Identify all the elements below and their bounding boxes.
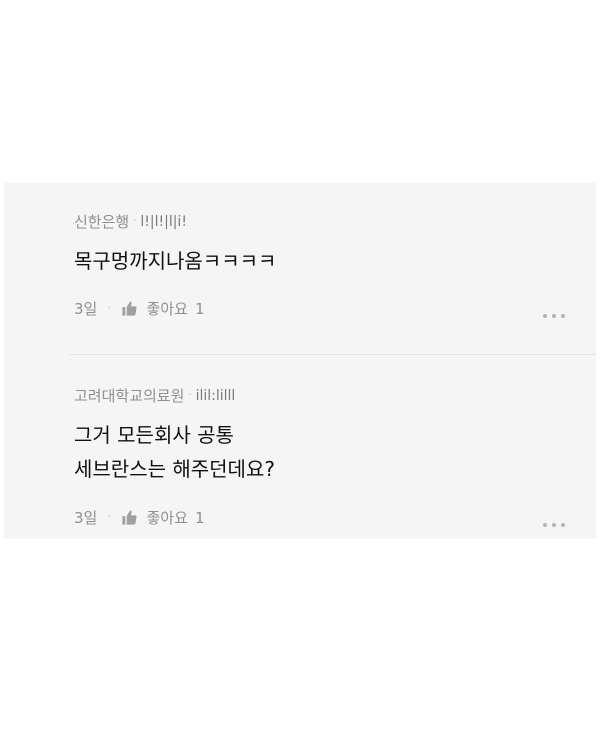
separator-dot: ·	[188, 390, 192, 401]
comment-meta-row: 3일 · 좋아요 1	[74, 298, 204, 319]
comment-body-line: 세브란스는 해주던데요?	[74, 457, 275, 481]
author-masked-id: ilil:lilll	[195, 387, 236, 404]
like-count: 1	[194, 508, 205, 527]
comment-time: 3일	[74, 300, 98, 318]
comment-body-line: 목구멍까지나옴ㅋㅋㅋㅋ	[74, 249, 277, 273]
like-label: 좋아요	[146, 300, 188, 318]
thumbs-up-icon	[121, 510, 137, 525]
more-dots-icon	[543, 523, 547, 527]
comment-author-row: 신한은행 · l!|l!|l|i!	[74, 211, 187, 232]
like-button[interactable]: 좋아요 1	[121, 507, 205, 528]
separator-dot: ·	[107, 512, 111, 523]
comment-body-line: 그거 모든회사 공통	[74, 423, 234, 447]
more-options-button[interactable]	[541, 310, 567, 322]
author-company[interactable]: 고려대학교의료원	[74, 385, 184, 406]
like-count: 1	[194, 299, 205, 318]
comment-body: 그거 모든회사 공통 세브란스는 해주던데요?	[74, 418, 275, 486]
comment-list: 신한은행 · l!|l!|l|i! 목구멍까지나옴ㅋㅋㅋㅋ 3일 · 좋아요 1	[4, 183, 596, 539]
comment-meta-row: 3일 · 좋아요 1	[74, 507, 204, 528]
author-company[interactable]: 신한은행	[74, 211, 129, 232]
separator-dot: ·	[107, 303, 111, 314]
comment-item: 신한은행 · l!|l!|l|i! 목구멍까지나옴ㅋㅋㅋㅋ 3일 · 좋아요 1	[4, 183, 596, 353]
like-button[interactable]: 좋아요 1	[121, 298, 205, 319]
comment-author-row: 고려대학교의료원 · ilil:lilll	[74, 385, 235, 406]
like-label: 좋아요	[146, 509, 188, 527]
more-dots-icon	[543, 314, 547, 318]
more-options-button[interactable]	[541, 519, 567, 531]
comment-item: 고려대학교의료원 · ilil:lilll 그거 모든회사 공통 세브란스는 해…	[4, 355, 596, 539]
comment-time: 3일	[74, 509, 98, 527]
separator-dot: ·	[133, 216, 137, 227]
author-masked-id: l!|l!|l|i!	[140, 213, 187, 230]
comment-body: 목구멍까지나옴ㅋㅋㅋㅋ	[74, 244, 276, 278]
thumbs-up-icon	[121, 301, 137, 316]
